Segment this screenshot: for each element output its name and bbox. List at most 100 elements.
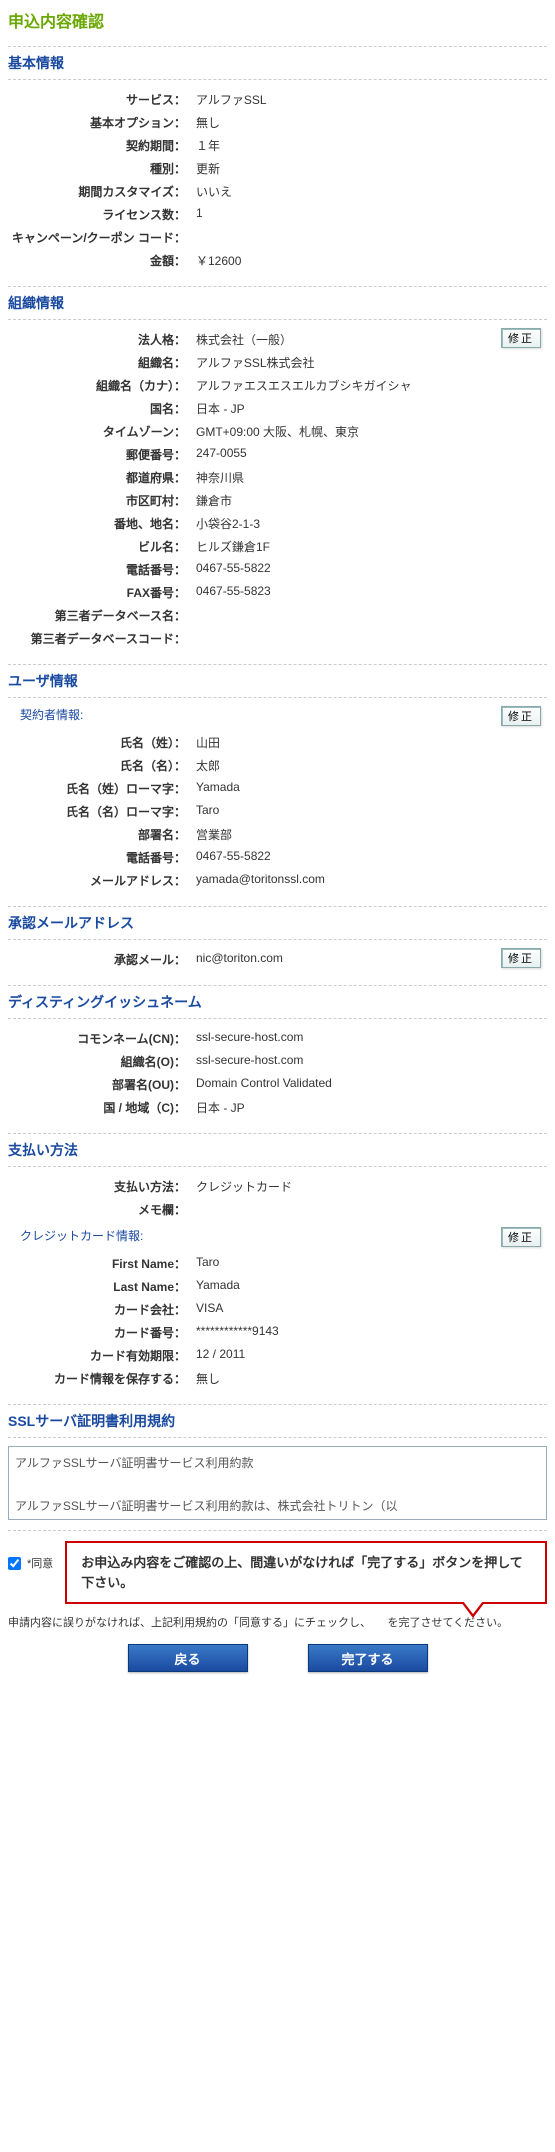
field-value: 247-0055 bbox=[196, 446, 547, 463]
field-row: FAX番号：0467-55-5823 bbox=[8, 581, 547, 604]
field-label: カード有効期限： bbox=[8, 1347, 196, 1364]
section-pay: 支払い方法：クレジットカードメモ欄： 修正 クレジットカード情報: First … bbox=[8, 1175, 547, 1390]
field-value: 小袋谷2-1-3 bbox=[196, 515, 547, 532]
field-label: タイムゾーン： bbox=[8, 423, 196, 440]
section-basic: サービス：アルファSSL基本オプション：無し契約期間：１年種別：更新期間カスタマ… bbox=[8, 88, 547, 272]
field-row: 市区町村：鎌倉市 bbox=[8, 489, 547, 512]
field-row: コモンネーム(CN)：ssl-secure-host.com bbox=[8, 1027, 547, 1050]
field-row: 支払い方法：クレジットカード bbox=[8, 1175, 547, 1198]
field-row: 第三者データベースコード： bbox=[8, 627, 547, 650]
field-value: yamada@toritonssl.com bbox=[196, 872, 547, 889]
field-value bbox=[196, 1201, 547, 1218]
field-row: サービス：アルファSSL bbox=[8, 88, 547, 111]
field-row: 金額：￥12600 bbox=[8, 249, 547, 272]
field-value bbox=[196, 229, 547, 246]
field-value: 太郎 bbox=[196, 757, 547, 774]
field-row: 組織名(O)：ssl-secure-host.com bbox=[8, 1050, 547, 1073]
field-row: タイムゾーン：GMT+09:00 大阪、札幌、東京 bbox=[8, 420, 547, 443]
field-row: 期間カスタマイズ：いいえ bbox=[8, 180, 547, 203]
field-value: 更新 bbox=[196, 160, 547, 177]
edit-org-button[interactable]: 修正 bbox=[501, 328, 541, 348]
agree-checkbox[interactable] bbox=[8, 1557, 21, 1570]
edit-approve-button[interactable]: 修正 bbox=[501, 948, 541, 968]
field-label: 基本オプション： bbox=[8, 114, 196, 131]
field-label: 番地、地名： bbox=[8, 515, 196, 532]
field-label: 組織名(O)： bbox=[8, 1053, 196, 1070]
field-row: First Name：Taro bbox=[8, 1252, 547, 1275]
field-row: カード番号：************9143 bbox=[8, 1321, 547, 1344]
field-row: ビル名：ヒルズ鎌倉1F bbox=[8, 535, 547, 558]
field-value: 0467-55-5822 bbox=[196, 561, 547, 578]
field-label: 組織名： bbox=[8, 354, 196, 371]
field-label: 第三者データベース名： bbox=[8, 607, 196, 624]
field-value bbox=[196, 607, 547, 624]
field-label: 氏名（名）： bbox=[8, 757, 196, 774]
field-value: Taro bbox=[196, 1255, 547, 1272]
field-row: 第三者データベース名： bbox=[8, 604, 547, 627]
field-value: Yamada bbox=[196, 1278, 547, 1295]
field-label: 承認メール： bbox=[8, 951, 196, 968]
field-label: 金額： bbox=[8, 252, 196, 269]
section-org-title: 組織情報 bbox=[8, 286, 547, 320]
field-value bbox=[196, 630, 547, 647]
field-row: 承認メール：nic@toriton.com bbox=[8, 948, 547, 971]
field-value: いいえ bbox=[196, 183, 547, 200]
agree-label: *同意 bbox=[27, 1541, 53, 1571]
field-label: 電話番号： bbox=[8, 849, 196, 866]
section-dn-title: ディスティングイッシュネーム bbox=[8, 985, 547, 1019]
field-label: カード番号： bbox=[8, 1324, 196, 1341]
terms-line2: アルファSSLサーバ証明書サービス利用約款は、株式会社トリトン（以 bbox=[15, 1496, 540, 1518]
field-label: 電話番号： bbox=[8, 561, 196, 578]
section-basic-title: 基本情報 bbox=[8, 46, 547, 80]
field-row: 氏名（名）：太郎 bbox=[8, 754, 547, 777]
field-label: ライセンス数： bbox=[8, 206, 196, 223]
field-label: コモンネーム(CN)： bbox=[8, 1030, 196, 1047]
field-value: ￥12600 bbox=[196, 252, 547, 269]
field-label: 市区町村： bbox=[8, 492, 196, 509]
divider bbox=[8, 1530, 547, 1531]
field-value: ssl-secure-host.com bbox=[196, 1053, 547, 1070]
complete-button[interactable]: 完了する bbox=[308, 1644, 428, 1672]
field-label: 支払い方法： bbox=[8, 1178, 196, 1195]
field-value: アルファエスエスエルカブシキガイシャ bbox=[196, 377, 547, 394]
field-label: 郵便番号： bbox=[8, 446, 196, 463]
field-value: GMT+09:00 大阪、札幌、東京 bbox=[196, 423, 547, 440]
field-label: 都道府県： bbox=[8, 469, 196, 486]
back-button[interactable]: 戻る bbox=[128, 1644, 248, 1672]
terms-line1: アルファSSLサーバ証明書サービス利用約款 bbox=[15, 1453, 540, 1475]
edit-card-button[interactable]: 修正 bbox=[501, 1227, 541, 1247]
field-row: 部署名：営業部 bbox=[8, 823, 547, 846]
field-label: カード情報を保存する： bbox=[8, 1370, 196, 1387]
field-value: ssl-secure-host.com bbox=[196, 1030, 547, 1047]
section-approve-title: 承認メールアドレス bbox=[8, 906, 547, 940]
page-title: 申込内容確認 bbox=[8, 8, 547, 32]
field-value: nic@toriton.com bbox=[196, 951, 547, 968]
edit-user-button[interactable]: 修正 bbox=[501, 706, 541, 726]
section-approve: 修正 承認メール：nic@toriton.com bbox=[8, 948, 547, 971]
field-value: アルファSSL株式会社 bbox=[196, 354, 547, 371]
field-row: 氏名（姓）ローマ字：Yamada bbox=[8, 777, 547, 800]
field-value: 営業部 bbox=[196, 826, 547, 843]
field-label: 部署名： bbox=[8, 826, 196, 843]
section-user-title: ユーザ情報 bbox=[8, 664, 547, 698]
field-value: Domain Control Validated bbox=[196, 1076, 547, 1093]
section-org: 修正 法人格：株式会社（一般）組織名：アルファSSL株式会社組織名（カナ）：アル… bbox=[8, 328, 547, 650]
field-row: 氏名（名）ローマ字：Taro bbox=[8, 800, 547, 823]
field-row: 電話番号：0467-55-5822 bbox=[8, 846, 547, 869]
field-label: 法人格： bbox=[8, 331, 196, 348]
field-value: 12 / 2011 bbox=[196, 1347, 547, 1364]
field-label: 部署名(OU)： bbox=[8, 1076, 196, 1093]
field-row: 氏名（姓）：山田 bbox=[8, 731, 547, 754]
field-label: メモ欄： bbox=[8, 1201, 196, 1218]
field-label: 国名： bbox=[8, 400, 196, 417]
terms-textarea[interactable]: アルファSSLサーバ証明書サービス利用約款 アルファSSLサーバ証明書サービス利… bbox=[8, 1446, 547, 1520]
field-row: 種別：更新 bbox=[8, 157, 547, 180]
field-row: カード有効期限：12 / 2011 bbox=[8, 1344, 547, 1367]
field-value: クレジットカード bbox=[196, 1178, 547, 1195]
field-label: サービス： bbox=[8, 91, 196, 108]
field-row: 組織名：アルファSSL株式会社 bbox=[8, 351, 547, 374]
field-value: 日本 - JP bbox=[196, 1099, 547, 1116]
field-value: 0467-55-5822 bbox=[196, 849, 547, 866]
field-row: 国名：日本 - JP bbox=[8, 397, 547, 420]
field-row: メールアドレス：yamada@toritonssl.com bbox=[8, 869, 547, 892]
